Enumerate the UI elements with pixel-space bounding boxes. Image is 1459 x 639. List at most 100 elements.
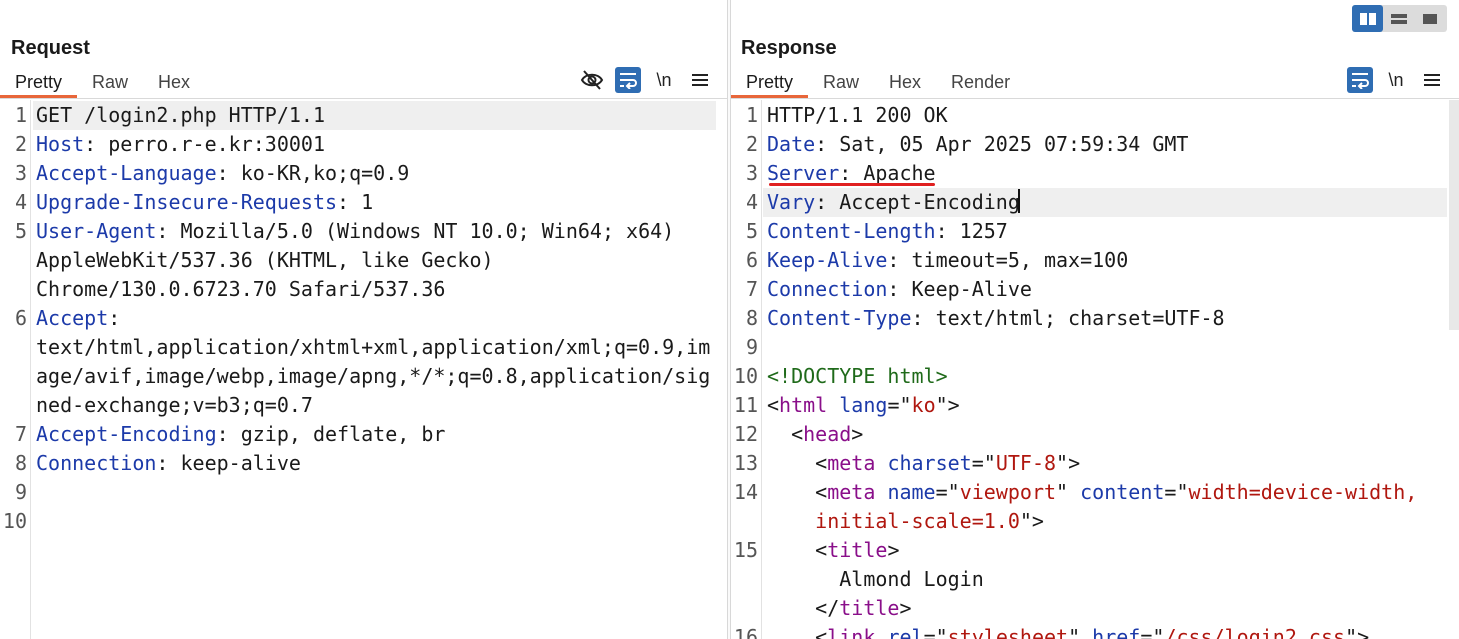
hide-nonprintable-button[interactable] xyxy=(579,67,605,93)
code-text: </title> xyxy=(767,594,911,623)
code-token: Server xyxy=(767,161,840,185)
response-tab-raw[interactable]: Raw xyxy=(808,70,874,98)
line-number: 14 xyxy=(733,480,758,504)
request-tab-raw[interactable]: Raw xyxy=(77,70,143,98)
line-number: 4 xyxy=(745,190,758,214)
code-text: AppleWebKit/537.36 (KHTML, like Gecko) xyxy=(36,246,494,275)
line-number: 3 xyxy=(14,161,27,185)
header-value: : gzip, deflate, br xyxy=(216,422,446,446)
header-value: AppleWebKit/537.36 (KHTML, like Gecko) xyxy=(36,248,494,272)
code-text: text/html,application/xhtml+xml,applicat… xyxy=(36,333,710,362)
code-token: content xyxy=(1080,480,1165,504)
word-wrap-icon xyxy=(620,73,637,89)
line-number: 2 xyxy=(14,132,27,156)
line-number: 11 xyxy=(733,393,758,417)
request-tabs: Pretty Raw Hex xyxy=(0,70,205,98)
response-tab-pretty[interactable]: Pretty xyxy=(731,70,809,98)
request-tab-pretty[interactable]: Pretty xyxy=(0,70,78,98)
code-line: 6 Accept: xyxy=(0,304,727,333)
show-newlines-button[interactable]: \n xyxy=(651,70,677,91)
code-token: =" xyxy=(887,393,912,417)
header-value: : 1 xyxy=(337,190,374,214)
line-number: 6 xyxy=(14,306,27,330)
code-line: 9 xyxy=(731,333,1459,362)
word-wrap-button[interactable] xyxy=(615,67,641,93)
line-number: 15 xyxy=(733,538,758,562)
request-title: Request xyxy=(11,37,90,59)
code-token: " xyxy=(1068,625,1093,639)
code-line: 15 <title> xyxy=(731,536,1459,565)
request-pane: Request Pretty Raw Hex \n 1 GET /login2.… xyxy=(0,0,727,639)
code-line: 1 GET /login2.php HTTP/1.1 xyxy=(15,101,716,130)
code-token: Vary xyxy=(767,190,816,214)
line-number: 1 xyxy=(14,103,27,127)
header-name: Host xyxy=(36,132,85,156)
code-token: meta xyxy=(827,480,876,504)
header-name: Connection xyxy=(36,451,157,475)
response-title: Response xyxy=(741,37,837,59)
line-number: 8 xyxy=(745,306,758,330)
code-token: < xyxy=(767,625,828,639)
request-tab-hex[interactable]: Hex xyxy=(143,70,205,98)
response-tab-render[interactable]: Render xyxy=(936,70,1025,98)
response-scrollbar[interactable] xyxy=(1449,100,1459,330)
response-tab-hex[interactable]: Hex xyxy=(874,70,936,98)
code-token: Keep-Alive xyxy=(767,248,888,272)
response-pane: Response Pretty Raw Hex Render \n 1 HTTP/… xyxy=(731,0,1459,639)
response-show-newlines-button[interactable]: \n xyxy=(1383,70,1409,91)
code-token: =" xyxy=(1140,625,1165,639)
code-token: < xyxy=(767,538,828,562)
code-line: </title> xyxy=(731,594,1459,623)
code-line: 7 Accept-Encoding: gzip, deflate, br xyxy=(0,420,727,449)
code-token: < xyxy=(767,480,828,504)
code-line: 16 <link rel="stylesheet" href="/css/log… xyxy=(731,623,1459,639)
request-editor[interactable]: 1 GET /login2.php HTTP/1.1 2 Host: perro.r-… xyxy=(0,100,727,639)
code-line: 14 <meta name="viewport" content="width=… xyxy=(731,478,1459,507)
code-text: GET /login2.php HTTP/1.1 xyxy=(36,101,325,130)
line-number: 8 xyxy=(14,451,27,475)
line-number: 9 xyxy=(745,335,758,359)
code-token: viewport xyxy=(959,480,1057,504)
code-text: Content-Type: text/html; charset=UTF-8 xyxy=(767,304,1225,333)
server-header-underline xyxy=(769,183,935,186)
code-text: Accept: xyxy=(36,304,120,333)
code-token: "> xyxy=(1019,509,1044,533)
request-menu-button[interactable] xyxy=(687,67,713,93)
response-editor[interactable]: 1 HTTP/1.1 200 OK 2 Date: Sat, 05 Apr 2025 … xyxy=(731,100,1459,639)
eye-slash-icon xyxy=(580,70,604,90)
code-line: 5 Content-Length: 1257 xyxy=(731,217,1459,246)
code-text: ned-exchange;v=b3;q=0.7 xyxy=(36,391,313,420)
code-text: HTTP/1.1 200 OK xyxy=(767,101,948,130)
code-text: initial-scale=1.0"> xyxy=(767,507,1044,536)
code-line: 2 Host: perro.r-e.kr:30001 xyxy=(0,130,727,159)
code-line: 10 xyxy=(0,507,727,536)
code-token: </ xyxy=(767,596,840,620)
code-text: <meta name="viewport" content="width=dev… xyxy=(767,478,1417,507)
header-value: : ko-KR,ko;q=0.9 xyxy=(216,161,410,185)
code-line: 2 Date: Sat, 05 Apr 2025 07:59:34 GMT xyxy=(731,130,1459,159)
response-toolbar: \n xyxy=(1347,66,1445,94)
code-text: Accept-Language: ko-KR,ko;q=0.9 xyxy=(36,159,409,188)
code-token: : text/html; charset=UTF-8 xyxy=(911,306,1225,330)
code-text: Chrome/130.0.6723.70 Safari/537.36 xyxy=(36,275,445,304)
code-line: Almond Login xyxy=(731,565,1459,594)
code-token: link xyxy=(827,625,876,639)
response-menu-button[interactable] xyxy=(1419,67,1445,93)
code-token: UTF-8 xyxy=(995,451,1057,475)
code-line: ned-exchange;v=b3;q=0.7 xyxy=(0,391,727,420)
code-text: Upgrade-Insecure-Requests: 1 xyxy=(36,188,373,217)
code-token: : Sat, 05 Apr 2025 07:59:34 GMT xyxy=(815,132,1189,156)
code-token: =" xyxy=(1164,480,1189,504)
code-line: 3 Accept-Language: ko-KR,ko;q=0.9 xyxy=(0,159,727,188)
code-line: 9 xyxy=(0,478,727,507)
header-value: ned-exchange;v=b3;q=0.7 xyxy=(36,393,313,417)
code-token: > xyxy=(887,538,900,562)
code-token: href xyxy=(1092,625,1141,639)
response-word-wrap-button[interactable] xyxy=(1347,67,1373,93)
text-caret xyxy=(1018,189,1020,213)
code-text: <meta charset="UTF-8"> xyxy=(767,449,1080,478)
code-token: =" xyxy=(935,480,960,504)
code-token: width=device-width, xyxy=(1188,480,1418,504)
